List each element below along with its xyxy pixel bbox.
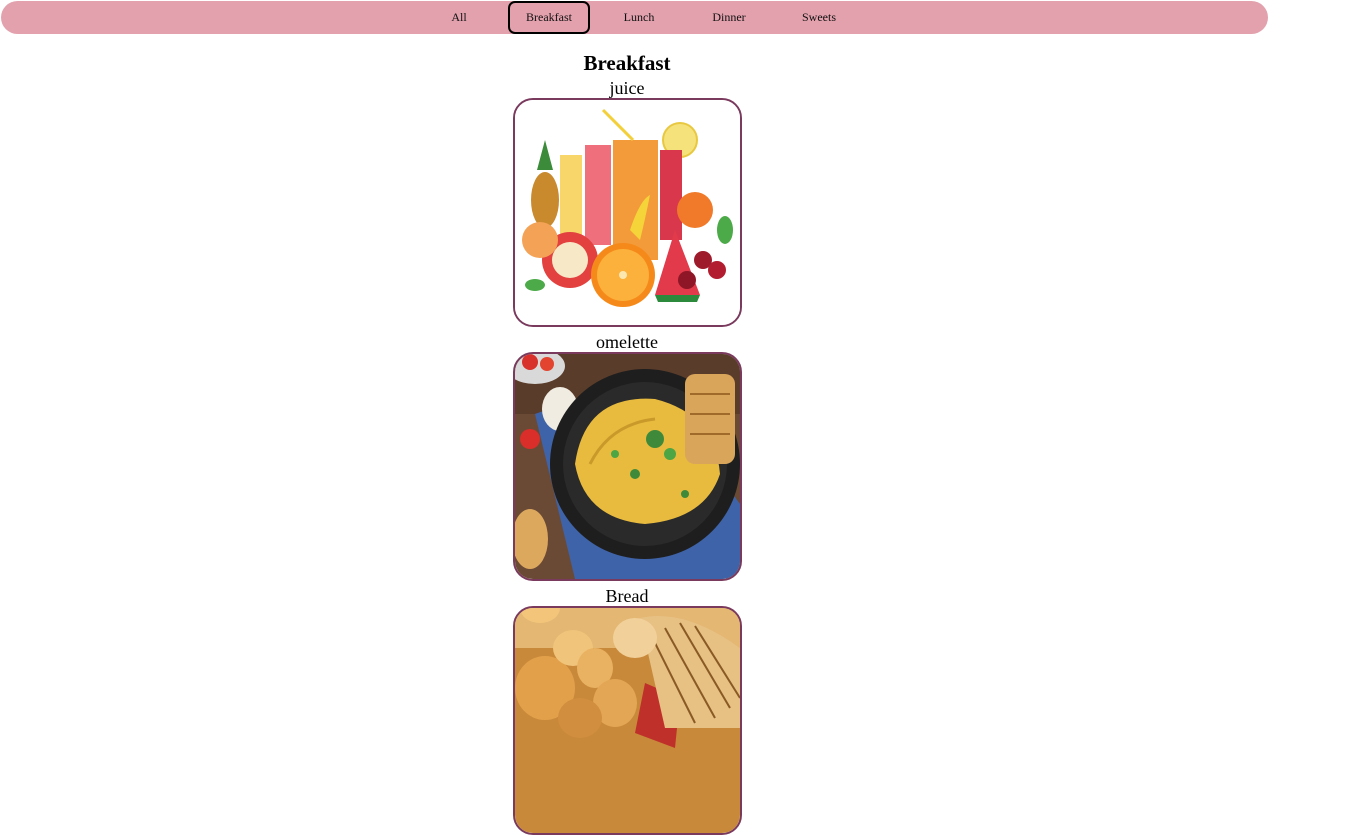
nav-item-all[interactable]: All bbox=[418, 1, 500, 34]
item-card-juice[interactable] bbox=[513, 98, 742, 327]
category-nav: All Breakfast Lunch Dinner Sweets bbox=[1, 1, 1268, 34]
nav-item-sweets[interactable]: Sweets bbox=[778, 1, 860, 34]
omelette-image bbox=[515, 354, 740, 579]
item-card-bread[interactable] bbox=[513, 606, 742, 835]
nav-item-lunch[interactable]: Lunch bbox=[598, 1, 680, 34]
nav-item-dinner[interactable]: Dinner bbox=[688, 1, 770, 34]
item-name-juice: juice bbox=[609, 78, 645, 98]
section-title: Breakfast bbox=[583, 51, 671, 75]
bread-image bbox=[515, 608, 740, 833]
item-name-omelette: omelette bbox=[596, 332, 658, 352]
item-card-omelette[interactable] bbox=[513, 352, 742, 581]
juice-image bbox=[515, 100, 740, 325]
nav-item-breakfast[interactable]: Breakfast bbox=[508, 1, 590, 34]
item-name-bread: Bread bbox=[605, 586, 649, 606]
